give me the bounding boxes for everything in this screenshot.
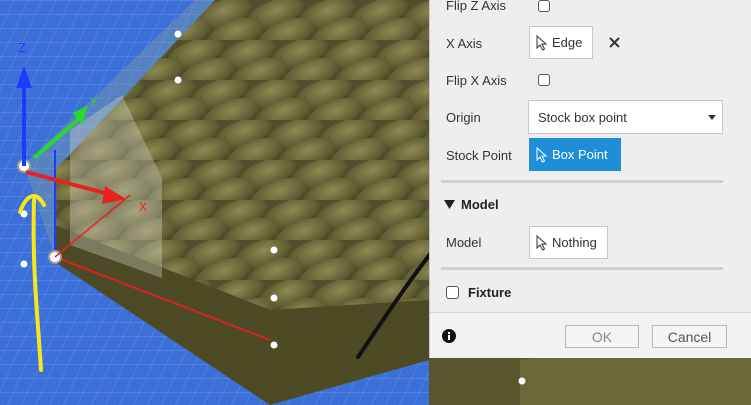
divider [441,267,723,270]
stock-point-label: Stock Point [446,148,512,163]
axis-label-z: Z [18,40,26,55]
axis-label-y: Y [90,95,98,109]
flip-z-axis-label: Flip Z Axis [446,0,506,13]
x-axis-select-button[interactable]: Edge [529,26,593,59]
model-value: Nothing [552,235,597,250]
x-axis-label: X Axis [446,36,483,51]
triangle-down-icon[interactable] [444,200,455,209]
setup-panel: Flip Z Axis X Axis Edge Flip X Axis Orig… [429,0,751,358]
divider [441,180,723,183]
flip-x-axis-label: Flip X Axis [446,73,507,88]
origin-dropdown[interactable]: Stock box point [528,100,723,134]
flip-z-axis-checkbox[interactable] [538,0,550,12]
panel-footer: OK Cancel [430,312,751,358]
model-label: Model [446,235,482,250]
model-section-header[interactable]: Model [461,197,499,212]
cancel-button[interactable]: Cancel [652,325,727,348]
origin-value: Stock box point [538,109,627,125]
flip-x-axis-checkbox[interactable] [538,74,550,86]
close-icon[interactable] [609,37,620,48]
model-select-button[interactable]: Nothing [529,226,608,259]
axis-label-x: X [139,200,147,214]
origin-label: Origin [446,110,481,125]
x-axis-value: Edge [552,35,583,50]
cursor-select-icon [536,146,548,163]
chevron-down-icon [708,115,716,120]
fixture-label: Fixture [468,285,512,300]
ok-button[interactable]: OK [565,325,639,348]
cursor-select-icon [536,34,548,51]
stock-point-value: Box Point [552,147,608,162]
fixture-checkbox[interactable] [446,286,459,299]
cursor-select-icon [536,234,548,251]
info-icon[interactable] [442,329,456,343]
stock-point-select-button[interactable]: Box Point [529,138,621,171]
